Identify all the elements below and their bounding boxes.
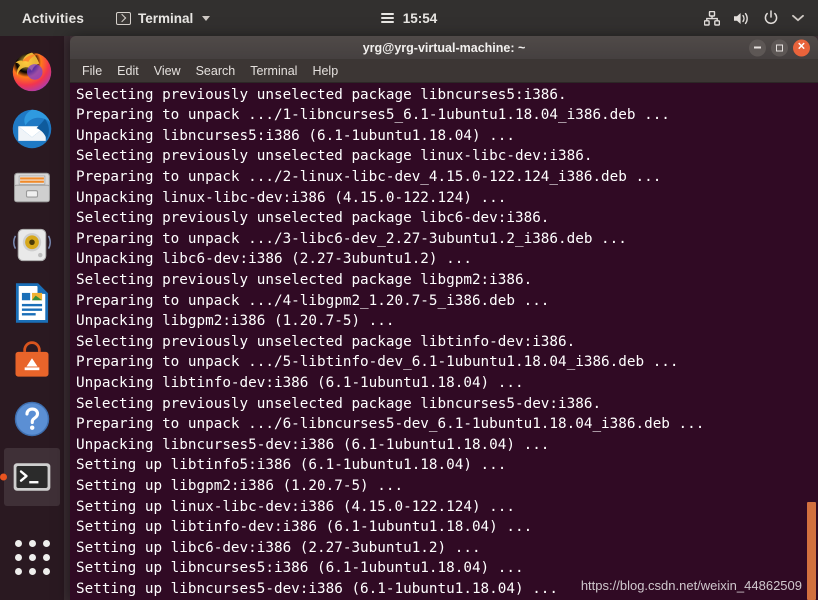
terminal-output[interactable]: Selecting previously unselected package … [75,83,818,600]
terminal-line: Preparing to unpack .../4-libgpm2_1.20.7… [76,292,550,309]
terminal-line: Unpacking libncurses5:i386 (6.1-1ubuntu1… [76,127,515,144]
terminal-line: Preparing to unpack .../1-libncurses5_6.… [76,107,670,124]
clock-label[interactable]: 15:54 [403,11,438,26]
watermark-text: https://blog.csdn.net/weixin_44862509 [580,578,802,593]
app-grid-icon [13,538,51,576]
ubuntu-software-icon [15,341,49,377]
dock-item-rhythmbox[interactable] [4,216,60,274]
terminal-line: Setting up libtinfo5:i386 (6.1-1ubuntu1.… [76,457,507,474]
terminal-line: Selecting previously unselected package … [76,86,567,103]
menu-help[interactable]: Help [312,64,338,78]
help-icon [14,401,50,437]
terminal-scrollbar[interactable] [805,82,818,600]
window-title: yrg@yrg-virtual-machine: ~ [362,40,526,55]
power-icon[interactable] [763,10,779,26]
terminal-line: Setting up libncurses5:i386 (6.1-1ubuntu… [76,560,524,577]
menubar: File Edit View Search Terminal Help [70,60,818,83]
hamburger-icon [380,13,394,23]
terminal-line: Unpacking libncurses5-dev:i386 (6.1-1ubu… [76,436,550,453]
terminal-line: Preparing to unpack .../2-linux-libc-dev… [76,169,662,186]
menu-terminal[interactable]: Terminal [250,64,297,78]
dock-item-terminal[interactable] [4,448,60,506]
volume-icon[interactable] [733,11,750,26]
terminal-line: Selecting previously unselected package … [76,333,576,350]
terminal-line: Unpacking libgpm2:i386 (1.20.7-5) ... [76,313,395,330]
maximize-button[interactable] [771,39,788,57]
terminal-line: Setting up libgpm2:i386 (1.20.7-5) ... [76,477,404,494]
terminal-line: Preparing to unpack .../5-libtinfo-dev_6… [76,354,679,371]
firefox-icon [12,52,52,92]
menu-file[interactable]: File [82,64,102,78]
chevron-down-icon[interactable] [792,14,804,22]
terminal-line: Unpacking libc6-dev:i386 (2.27-3ubuntu1.… [76,251,472,268]
files-icon [14,172,50,203]
terminal-icon [116,11,132,25]
terminal-line: Selecting previously unselected package … [76,148,593,165]
rhythmbox-icon [13,228,51,262]
terminal-line: Setting up libtinfo-dev:i386 (6.1-1ubunt… [76,519,533,536]
chevron-down-icon [202,15,211,21]
terminal-line: Preparing to unpack .../6-libncurses5-de… [76,416,705,433]
launcher-dock [0,36,64,600]
dock-item-help[interactable] [4,390,60,448]
terminal-line: Selecting previously unselected package … [76,210,550,227]
terminal-line: Preparing to unpack .../3-libc6-dev_2.27… [76,230,627,247]
network-icon[interactable] [704,10,720,26]
desktop: Activities Terminal 15:54 yrg@yrg-virtua… [0,0,818,600]
activities-button[interactable]: Activities [22,11,84,26]
dock-item-thunderbird[interactable] [4,100,60,158]
dock-item-firefox[interactable] [4,42,60,100]
minimize-button[interactable] [749,39,766,57]
gnome-top-bar: Activities Terminal 15:54 [0,0,818,36]
app-menu-label: Terminal [138,10,194,26]
show-applications-button[interactable] [4,528,60,586]
libreoffice-impress-icon [15,283,49,323]
terminal-body[interactable]: Selecting previously unselected package … [70,82,818,600]
terminal-icon [13,463,51,491]
window-titlebar[interactable]: yrg@yrg-virtual-machine: ~ ✕ [70,36,818,61]
dock-item-files[interactable] [4,158,60,216]
dock-item-libreoffice-impress[interactable] [4,274,60,332]
menu-edit[interactable]: Edit [117,64,139,78]
window-controls: ✕ [749,39,810,57]
terminal-line: Setting up linux-libc-dev:i386 (4.15.0-1… [76,498,515,515]
close-button[interactable]: ✕ [793,39,810,57]
terminal-line: Unpacking linux-libc-dev:i386 (4.15.0-12… [76,189,507,206]
menu-search[interactable]: Search [196,64,236,78]
menu-view[interactable]: View [154,64,181,78]
thunderbird-icon [12,109,52,149]
system-indicators[interactable] [704,10,804,26]
terminal-window: yrg@yrg-virtual-machine: ~ ✕ File Edit V… [70,36,818,600]
dock-item-ubuntu-software[interactable] [4,332,60,390]
terminal-line: Selecting previously unselected package … [76,272,533,289]
terminal-line: Selecting previously unselected package … [76,395,602,412]
terminal-line: Setting up libc6-dev:i386 (2.27-3ubuntu1… [76,539,481,556]
terminal-line: Unpacking libtinfo-dev:i386 (6.1-1ubuntu… [76,375,524,392]
app-menu-button[interactable]: Terminal [116,10,211,26]
scrollbar-thumb[interactable] [807,501,816,600]
